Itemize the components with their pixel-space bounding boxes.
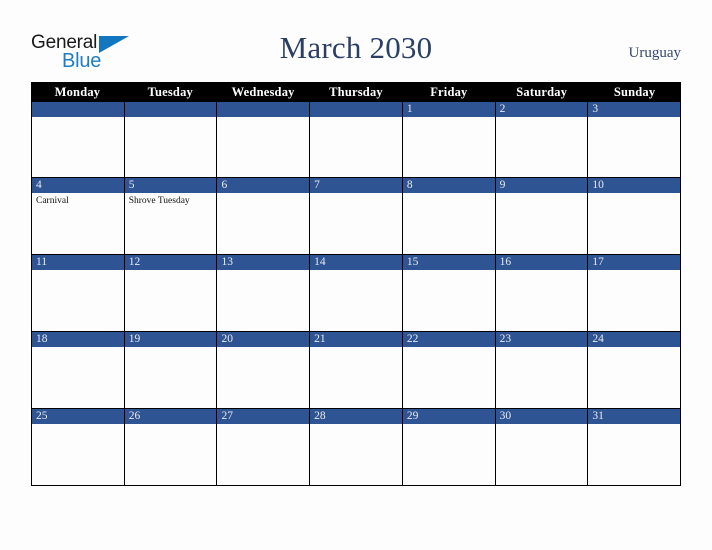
- calendar-day-cell[interactable]: 10: [588, 178, 682, 254]
- day-number: 29: [402, 409, 495, 424]
- calendar-day-cell[interactable]: 16: [495, 255, 589, 331]
- calendar-day-cell-empty[interactable]: [32, 102, 125, 177]
- day-number: 24: [588, 332, 681, 347]
- calendar-day-cell[interactable]: 18: [32, 332, 125, 408]
- day-number: 31: [588, 409, 681, 424]
- calendar-day-cell[interactable]: 5 Shrove Tuesday: [124, 178, 218, 254]
- weekday-header-row: Monday Tuesday Wednesday Thursday Friday…: [31, 82, 681, 102]
- calendar-day-cell[interactable]: 12: [124, 255, 218, 331]
- day-number: 8: [402, 178, 495, 193]
- country-label: Uruguay: [628, 45, 682, 61]
- calendar-day-cell[interactable]: 30: [495, 409, 589, 485]
- calendar-day-cell[interactable]: 7: [310, 178, 403, 254]
- weekday-header-sunday: Sunday: [613, 85, 656, 99]
- day-number: 16: [495, 255, 588, 270]
- calendar-day-cell[interactable]: 4 Carnival: [32, 178, 125, 254]
- weekday-header-friday: Friday: [430, 85, 468, 99]
- day-events: Carnival: [32, 193, 124, 207]
- weekday-header-monday: Monday: [54, 85, 101, 99]
- day-number: 15: [402, 255, 495, 270]
- calendar-day-cell[interactable]: 21: [310, 332, 403, 408]
- calendar-day-cell[interactable]: 20: [217, 332, 311, 408]
- page-title: March 2030: [279, 30, 433, 65]
- day-number: 4: [32, 178, 124, 193]
- day-number: 13: [217, 255, 310, 270]
- calendar-day-cell[interactable]: 26: [124, 409, 218, 485]
- weekday-header-tuesday: Tuesday: [147, 85, 193, 99]
- page-header: General Blue March 2030 Uruguay: [0, 0, 712, 82]
- calendar-day-cell[interactable]: 29: [402, 409, 496, 485]
- calendar-day-cell[interactable]: 13: [217, 255, 311, 331]
- calendar-day-cell-empty[interactable]: [124, 102, 218, 177]
- calendar-day-cell[interactable]: 19: [124, 332, 218, 408]
- day-number: [217, 102, 310, 117]
- day-number: 2: [495, 102, 588, 117]
- day-number: 21: [310, 332, 402, 347]
- day-number: 18: [32, 332, 124, 347]
- weekday-header-saturday: Saturday: [516, 85, 568, 99]
- day-number: 17: [588, 255, 681, 270]
- calendar-day-cell-empty[interactable]: [310, 102, 403, 177]
- day-number: 23: [495, 332, 588, 347]
- calendar-day-cell-empty[interactable]: [217, 102, 311, 177]
- calendar-day-cell[interactable]: 11: [32, 255, 125, 331]
- calendar-week-row: 25 26 27 28 29 30 31: [31, 409, 682, 486]
- day-number: 22: [402, 332, 495, 347]
- calendar-day-cell[interactable]: 17: [588, 255, 682, 331]
- day-number: 30: [495, 409, 588, 424]
- calendar-week-row: 18 19 20 21 22 23 24: [31, 332, 682, 409]
- calendar-grid: Monday Tuesday Wednesday Thursday Friday…: [31, 82, 682, 486]
- day-number: 25: [32, 409, 124, 424]
- day-number: 19: [124, 332, 217, 347]
- day-number: 27: [217, 409, 310, 424]
- day-number: 7: [310, 178, 402, 193]
- calendar-day-cell[interactable]: 1: [402, 102, 496, 177]
- calendar-day-cell[interactable]: 14: [310, 255, 403, 331]
- day-number: 26: [124, 409, 217, 424]
- day-number: 12: [124, 255, 217, 270]
- day-number: 6: [217, 178, 310, 193]
- calendar-day-cell[interactable]: 28: [310, 409, 403, 485]
- calendar-day-cell[interactable]: 8: [402, 178, 496, 254]
- day-number: [310, 102, 402, 117]
- weekday-header-thursday: Thursday: [329, 85, 383, 99]
- day-number: [124, 102, 217, 117]
- calendar-day-cell[interactable]: 24: [588, 332, 682, 408]
- weekday-header-wednesday: Wednesday: [231, 85, 295, 99]
- day-number: 14: [310, 255, 402, 270]
- day-number: 1: [402, 102, 495, 117]
- calendar-day-cell[interactable]: 22: [402, 332, 496, 408]
- calendar-day-cell[interactable]: 15: [402, 255, 496, 331]
- day-number: 3: [588, 102, 681, 117]
- calendar-day-cell[interactable]: 23: [495, 332, 589, 408]
- day-events: Shrove Tuesday: [125, 193, 217, 207]
- day-number: 10: [588, 178, 681, 193]
- day-number: 11: [32, 255, 124, 270]
- calendar-week-row: 11 12 13 14 15 16 17: [31, 255, 682, 332]
- calendar-day-cell[interactable]: 9: [495, 178, 589, 254]
- calendar-day-cell[interactable]: 2: [495, 102, 589, 177]
- holiday-label: Carnival: [36, 196, 69, 206]
- day-number: 9: [495, 178, 588, 193]
- calendar-week-row: 123: [31, 102, 682, 178]
- day-number: [32, 102, 124, 117]
- calendar-day-cell[interactable]: 27: [217, 409, 311, 485]
- day-number: 28: [310, 409, 402, 424]
- calendar-day-cell[interactable]: 31: [588, 409, 682, 485]
- calendar-day-cell[interactable]: 25: [32, 409, 125, 485]
- calendar-day-cell[interactable]: 6: [217, 178, 311, 254]
- holiday-label: Shrove Tuesday: [128, 196, 190, 206]
- day-number: 20: [217, 332, 310, 347]
- calendar-weeks: 1 2 3 4 Carnival 5 Shrove Tuesday 6 7 8 9 10 11 12 13 1…: [31, 102, 682, 486]
- calendar-week-row: 4 Carnival 5 Shrove Tuesday 6 7 8 9 10: [31, 178, 682, 255]
- day-number: 5: [124, 178, 217, 193]
- calendar-day-cell[interactable]: 3: [588, 102, 682, 177]
